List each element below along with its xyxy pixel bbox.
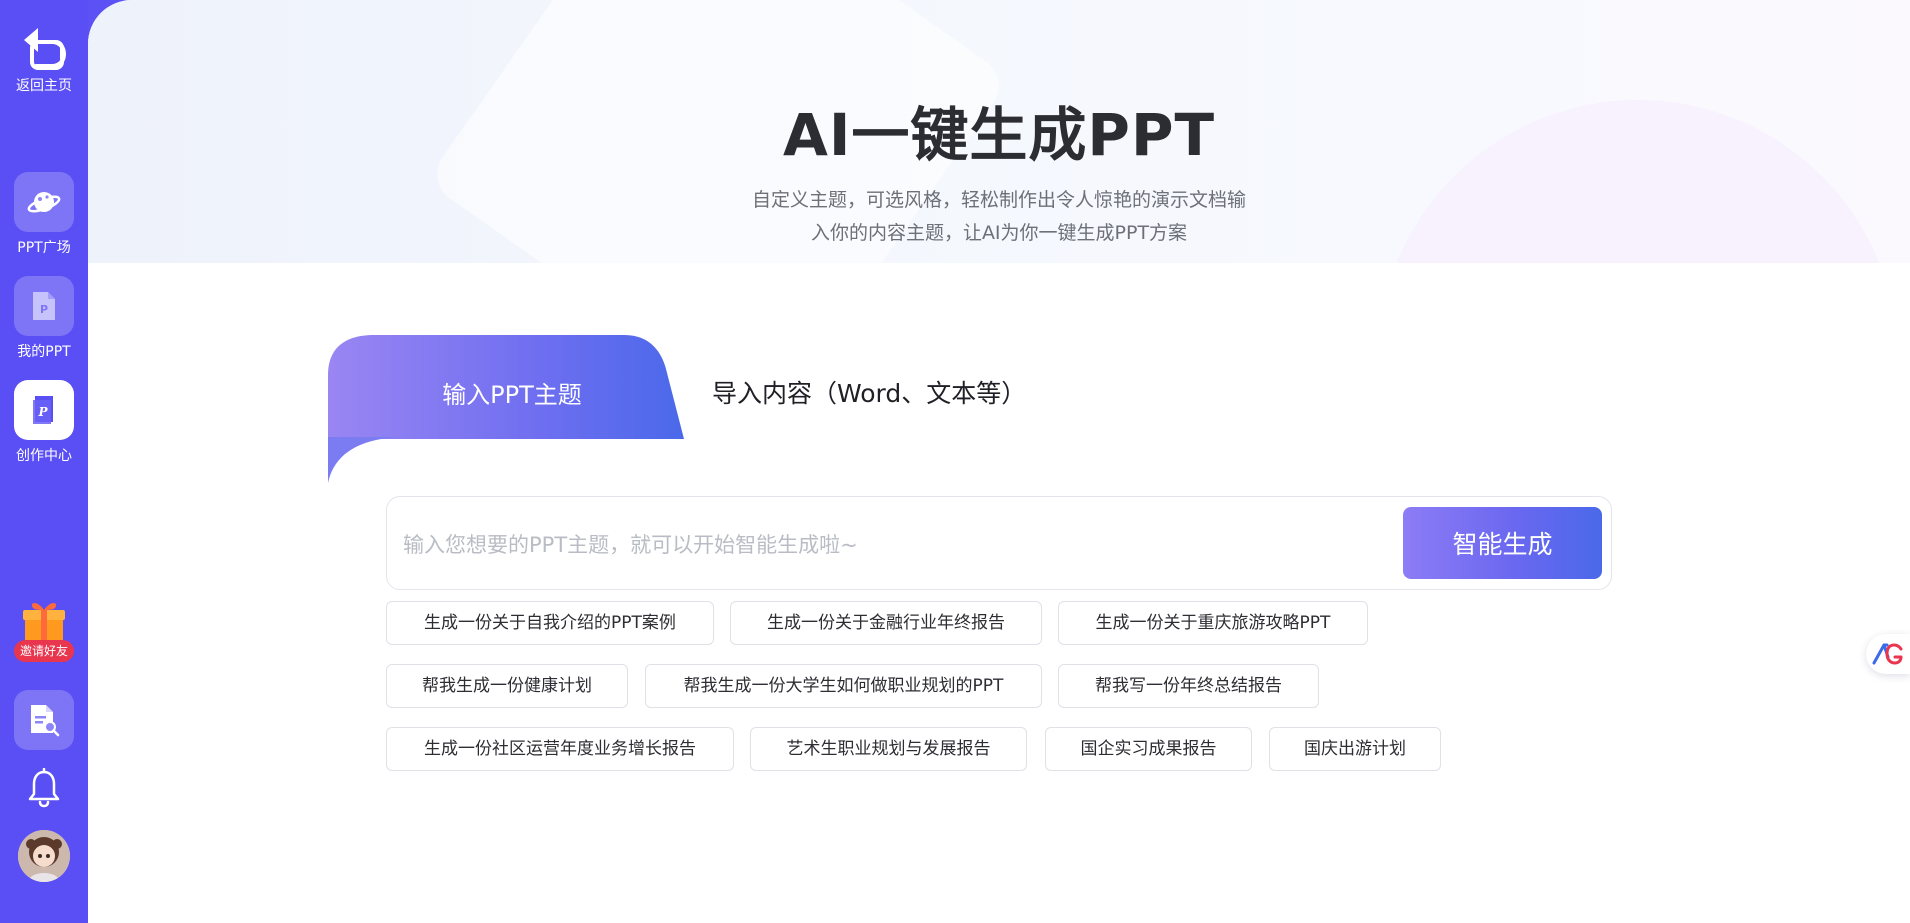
notifications-button[interactable] [14,758,74,818]
user-avatar-image [18,830,70,882]
sidebar-item-tile: P [14,276,74,336]
suggestion-chip[interactable]: 生成一份关于重庆旅游攻略PPT [1058,601,1368,645]
sidebar: 返回主页 PPT广场 P 我的PPT P 创作中心 邀请好友 [0,0,88,923]
page-subtitle-line-2: 入你的内容主题，让AI为你一键生成PPT方案 [810,222,1188,244]
sidebar-item-tile [14,172,74,232]
sidebar-item-label: 我的PPT [17,344,71,360]
hero-banner: AI一键生成PPT 自定义主题，可选风格，轻松制作出令人惊艳的演示文档输 入你的… [88,0,1910,263]
back-home-label: 返回主页 [16,78,72,94]
avatar[interactable] [18,830,70,882]
svg-text:P: P [37,405,48,419]
invite-friends-label: 邀请好友 [14,640,74,662]
page-subtitle-line-1: 自定义主题，可选风格，轻松制作出令人惊艳的演示文档输 [751,189,1246,211]
svg-text:P: P [40,303,48,316]
suggestion-chip[interactable]: 国企实习成果报告 [1045,727,1252,771]
topic-input-container: 智能生成 [386,496,1612,590]
suggestion-chip[interactable]: 帮我生成一份健康计划 [386,664,628,708]
document-search-button[interactable] [14,690,74,750]
gift-icon [23,603,65,642]
sidebar-item-tile: P [14,380,74,440]
suggestion-chip[interactable]: 生成一份关于金融行业年终报告 [730,601,1042,645]
suggestion-chip[interactable]: 国庆出游计划 [1269,727,1441,771]
planet-icon [27,192,61,213]
sidebar-item-create-center[interactable]: P 创作中心 [0,380,88,464]
tab-input-ppt-topic[interactable]: 输入PPT主题 [328,335,684,439]
sidebar-item-ppt-square[interactable]: PPT广场 [0,172,88,256]
sidebar-item-label: 创作中心 [16,448,72,464]
return-arrow-icon [24,28,66,70]
create-ppt-icon: P [33,396,53,424]
tab-import-content[interactable]: 导入内容（Word、文本等） [712,378,1026,410]
suggestion-chip[interactable]: 生成一份社区运营年度业务增长报告 [386,727,734,771]
ppt-file-icon: P [33,292,55,320]
page-title: AI一键生成PPT [782,101,1216,169]
tab-curve-decoration [328,437,408,483]
main-content: AI一键生成PPT 自定义主题，可选风格，轻松制作出令人惊艳的演示文档输 入你的… [88,0,1910,923]
document-search-icon [31,705,60,737]
suggestion-chip[interactable]: 生成一份关于自我介绍的PPT案例 [386,601,714,645]
invite-friends-button[interactable]: 邀请好友 [12,598,76,664]
suggestion-chip[interactable]: 帮我生成一份大学生如何做职业规划的PPT [645,664,1042,708]
topic-input[interactable] [401,517,1385,573]
suggestion-chip[interactable]: 艺术生职业规划与发展报告 [750,727,1027,771]
app-window: 返回主页 PPT广场 P 我的PPT P 创作中心 邀请好友 AI一键生成PPT… [0,0,1910,923]
back-home-button[interactable]: 返回主页 [0,22,88,94]
sidebar-item-label: PPT广场 [17,240,71,256]
suggestion-chip[interactable]: 帮我写一份年终总结报告 [1058,664,1319,708]
generate-button[interactable]: 智能生成 [1403,507,1602,579]
sidebar-item-my-ppt[interactable]: P 我的PPT [0,276,88,360]
ag-logo-icon [1872,643,1903,665]
floating-assistant-button[interactable] [1866,634,1910,674]
bell-icon [28,768,60,808]
